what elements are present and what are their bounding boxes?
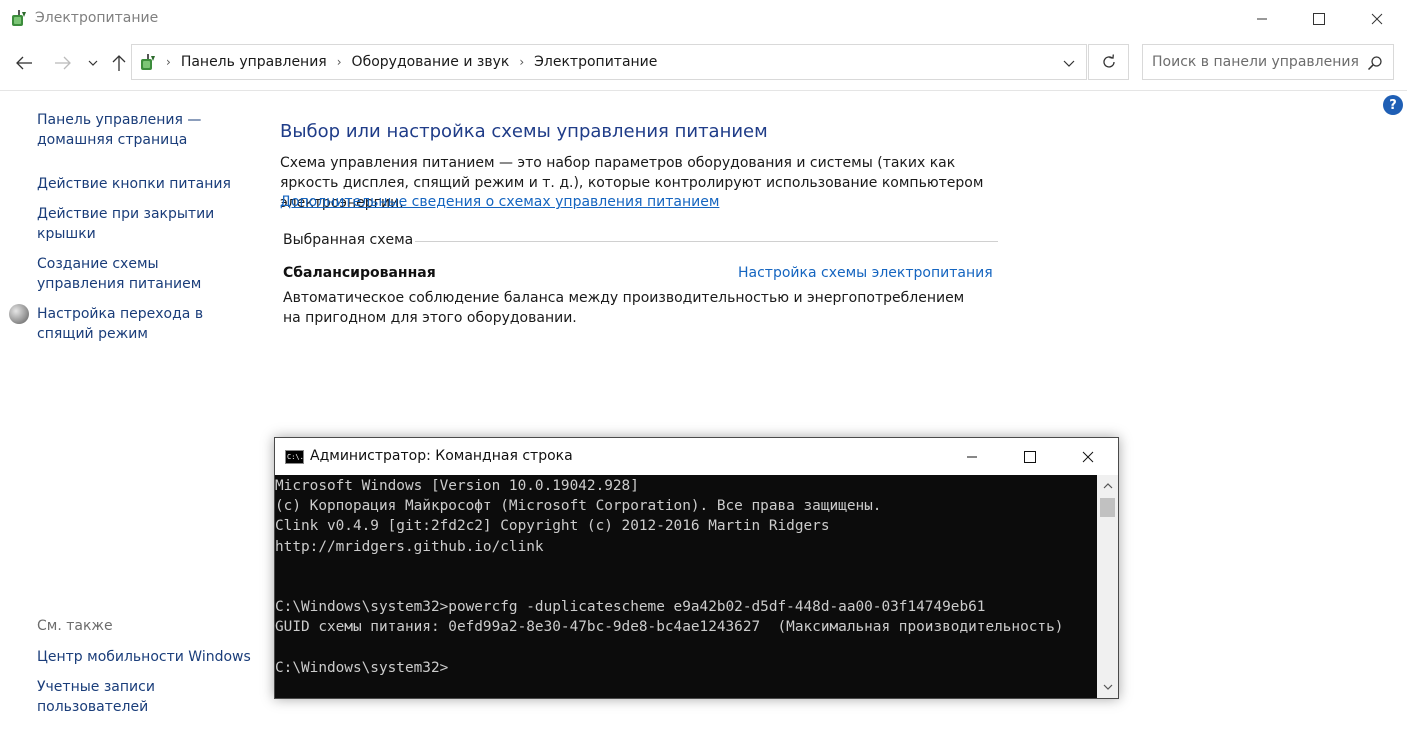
scheme-name: Сбалансированная xyxy=(283,265,436,281)
console-line: http://mridgers.github.io/clink xyxy=(275,538,544,555)
cmd-maximize-button[interactable] xyxy=(1001,438,1059,475)
minimize-icon xyxy=(967,456,977,457)
window-title: Электропитание xyxy=(35,10,159,26)
maximize-button[interactable] xyxy=(1290,0,1348,38)
navigation-bar: › Панель управления › Оборудование и зву… xyxy=(0,38,1407,88)
cmd-icon: C:\. xyxy=(285,450,304,464)
breadcrumb-power-options[interactable]: Электропитание xyxy=(534,54,657,70)
scroll-down-button[interactable] xyxy=(1097,679,1118,696)
close-button[interactable] xyxy=(1348,0,1406,38)
nav-user-accounts[interactable]: Учетные записи пользователей xyxy=(37,677,197,717)
divider xyxy=(0,90,1407,91)
chevron-up-icon xyxy=(1103,483,1112,489)
search-icon[interactable] xyxy=(1367,55,1383,71)
chevron-right-icon[interactable]: › xyxy=(519,55,524,69)
nav-sleep-settings[interactable]: Настройка перехода в спящий режим xyxy=(37,304,207,344)
chevron-down-icon xyxy=(88,60,98,66)
nav-control-panel-home[interactable]: Панель управления — домашняя страница xyxy=(37,110,252,150)
console-line: C:\Windows\system32> xyxy=(275,659,449,676)
power-options-icon xyxy=(138,53,158,73)
console-line: GUID схемы питания: 0efd99a2-8e30-47bc-9… xyxy=(275,619,1064,636)
power-options-icon xyxy=(9,9,29,29)
search-input[interactable] xyxy=(1143,45,1363,79)
chevron-right-icon: › xyxy=(166,55,171,69)
divider xyxy=(415,241,998,242)
cmd-close-button[interactable] xyxy=(1059,438,1117,475)
breadcrumb-hardware-sound[interactable]: Оборудование и звук xyxy=(352,54,510,70)
console-output[interactable]: Microsoft Windows [Version 10.0.19042.92… xyxy=(275,475,1097,698)
cmd-minimize-button[interactable] xyxy=(943,438,1001,475)
minimize-icon xyxy=(1257,18,1267,20)
scheme-description: Автоматическое соблюдение баланса между … xyxy=(283,290,965,326)
refresh-icon xyxy=(1102,54,1115,68)
recent-locations-button[interactable] xyxy=(83,51,103,75)
more-info-link[interactable]: Дополнительные сведения о схемах управле… xyxy=(280,194,719,210)
chevron-right-icon[interactable]: › xyxy=(337,55,342,69)
scheme-settings-link[interactable]: Настройка схемы электропитания xyxy=(738,265,993,281)
see-also-label: См. также xyxy=(37,618,113,634)
page-title: Выбор или настройка схемы управления пит… xyxy=(280,121,768,142)
scroll-up-button[interactable] xyxy=(1097,477,1118,494)
close-icon xyxy=(1371,13,1383,25)
cmd-scrollbar[interactable] xyxy=(1097,475,1118,698)
breadcrumb-control-panel[interactable]: Панель управления xyxy=(181,54,327,70)
refresh-button[interactable] xyxy=(1088,44,1129,80)
selected-scheme-header: Выбранная схема xyxy=(283,232,414,248)
sleep-moon-icon xyxy=(9,304,29,324)
up-button[interactable] xyxy=(107,51,131,75)
nav-lid-close-action[interactable]: Действие при закрытии крышки xyxy=(37,204,217,244)
chevron-down-icon xyxy=(1103,684,1112,690)
cmd-title-bar[interactable]: C:\. Администратор: Командная строка xyxy=(275,438,1118,475)
minimize-button[interactable] xyxy=(1233,0,1291,38)
nav-create-power-plan[interactable]: Создание схемы управления питанием xyxy=(37,254,247,294)
forward-button[interactable] xyxy=(51,51,75,75)
arrow-left-icon xyxy=(16,56,32,70)
cmd-window-title: Администратор: Командная строка xyxy=(310,448,573,464)
search-box xyxy=(1142,44,1394,80)
left-navigation: Панель управления — домашняя страница Де… xyxy=(0,92,260,741)
chevron-down-icon xyxy=(1063,60,1075,67)
arrow-up-icon xyxy=(112,55,126,71)
address-bar[interactable]: › Панель управления › Оборудование и зву… xyxy=(131,44,1087,80)
console-line: Clink v0.4.9 [git:2fd2c2] Copyright (c) … xyxy=(275,518,830,535)
scrollbar-thumb[interactable] xyxy=(1100,498,1115,517)
console-line: (c) Корпорация Майкрософт (Microsoft Cor… xyxy=(275,498,882,515)
maximize-icon xyxy=(1024,450,1036,463)
help-icon[interactable]: ? xyxy=(1383,95,1403,115)
address-dropdown-button[interactable] xyxy=(1062,55,1076,69)
title-bar: Электропитание xyxy=(0,0,1407,38)
nav-mobility-center[interactable]: Центр мобильности Windows xyxy=(37,647,252,667)
close-icon xyxy=(1082,451,1094,462)
maximize-icon xyxy=(1313,13,1325,25)
nav-power-button-action[interactable]: Действие кнопки питания xyxy=(37,174,252,194)
arrow-right-icon xyxy=(55,56,71,70)
cmd-window: C:\. Администратор: Командная строка Mic… xyxy=(274,437,1119,699)
breadcrumb: › Панель управления › Оборудование и зву… xyxy=(164,45,657,79)
console-line: C:\Windows\system32>powercfg -duplicates… xyxy=(275,599,986,616)
console-line: Microsoft Windows [Version 10.0.19042.92… xyxy=(275,478,639,494)
back-button[interactable] xyxy=(12,51,36,75)
